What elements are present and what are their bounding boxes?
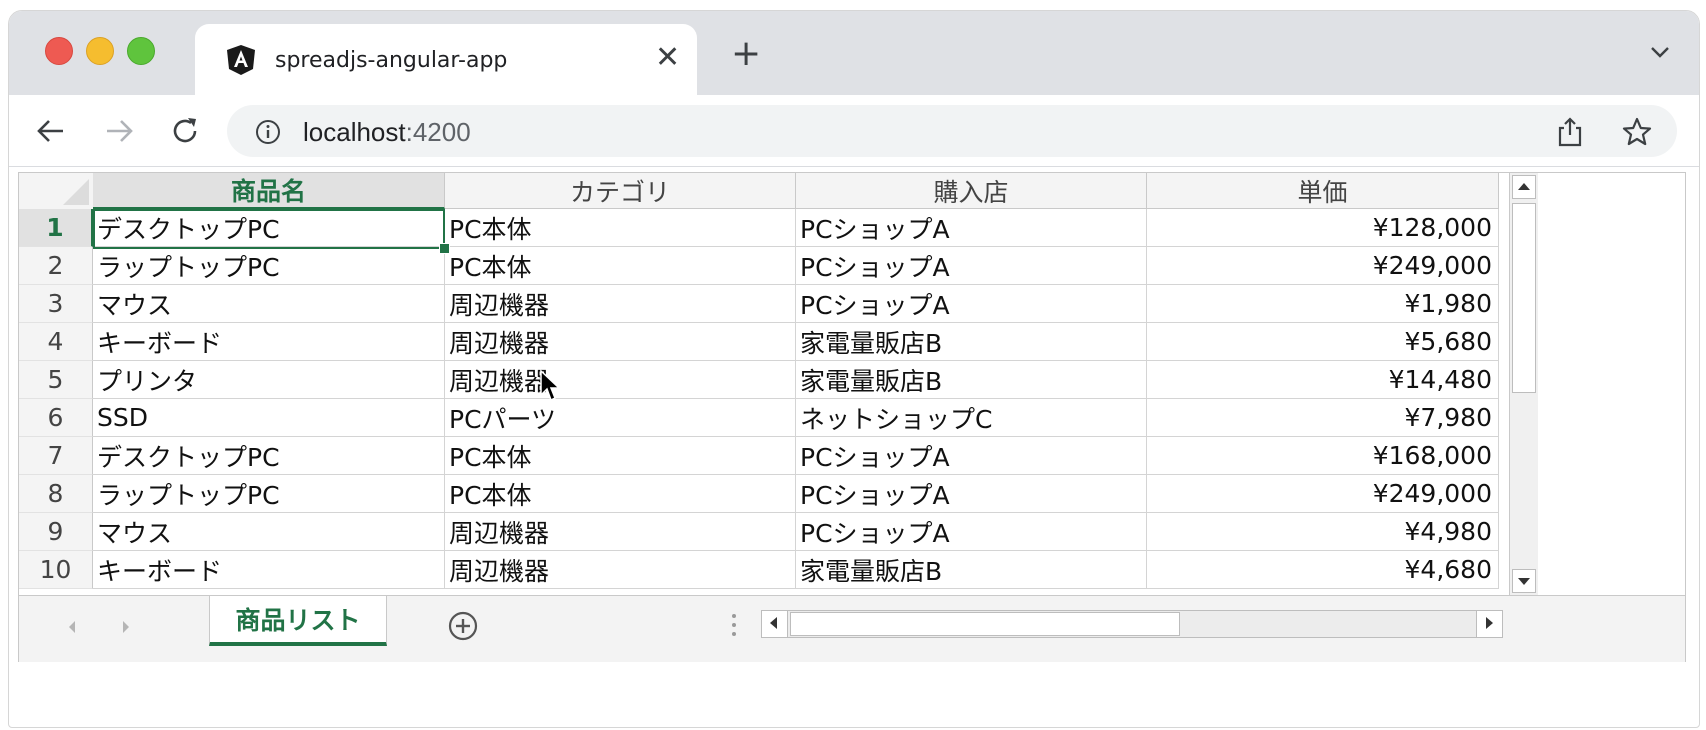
- new-tab-icon[interactable]: +: [731, 36, 761, 72]
- cell-category[interactable]: PC本体: [445, 475, 796, 513]
- row-header[interactable]: 1: [19, 209, 93, 247]
- cell-price[interactable]: ¥4,980: [1147, 513, 1499, 551]
- cell-category[interactable]: PC本体: [445, 437, 796, 475]
- mouse-pointer-icon: [540, 369, 561, 402]
- cell-store[interactable]: PCショップA: [796, 475, 1147, 513]
- reload-icon[interactable]: [169, 115, 201, 147]
- cell-price[interactable]: ¥1,980: [1147, 285, 1499, 323]
- share-icon[interactable]: [1555, 116, 1585, 148]
- cell-store[interactable]: PCショップA: [796, 209, 1147, 247]
- cell-name[interactable]: キーボード: [93, 323, 445, 361]
- cell-store[interactable]: 家電量販店B: [796, 361, 1147, 399]
- url-host: localhost: [303, 117, 406, 147]
- cell-category[interactable]: PC本体: [445, 209, 796, 247]
- corner-triangle: [63, 179, 89, 205]
- browser-titlebar: spreadjs-angular-app ✕ +: [9, 11, 1699, 95]
- row-header[interactable]: 4: [19, 323, 93, 361]
- forward-arrow-icon[interactable]: [103, 115, 135, 147]
- spreadsheet: 商品名 カテゴリ 購入店 単価 1 デスクトップPC PC本体 PCショップA ¥128,000…: [18, 172, 1686, 662]
- vertical-scrollbar[interactable]: [1509, 173, 1538, 595]
- cell-store[interactable]: PCショップA: [796, 247, 1147, 285]
- cell-category[interactable]: 周辺機器: [445, 551, 796, 589]
- column-header-col-name[interactable]: 商品名: [93, 173, 445, 209]
- cell-price[interactable]: ¥249,000: [1147, 247, 1499, 285]
- cell-category[interactable]: 周辺機器: [445, 361, 796, 399]
- row-header[interactable]: 8: [19, 475, 93, 513]
- cell-name[interactable]: ラップトップPC: [93, 247, 445, 285]
- cell-price[interactable]: ¥4,680: [1147, 551, 1499, 589]
- url-port: :4200: [405, 117, 471, 147]
- fill-handle[interactable]: [439, 243, 450, 254]
- row-header[interactable]: 2: [19, 247, 93, 285]
- back-arrow-icon[interactable]: [35, 115, 67, 147]
- row-header[interactable]: 5: [19, 361, 93, 399]
- cell-price[interactable]: ¥7,980: [1147, 399, 1499, 437]
- cell-store[interactable]: PCショップA: [796, 285, 1147, 323]
- url-text: localhost:4200: [303, 117, 471, 148]
- cell-price[interactable]: ¥128,000: [1147, 209, 1499, 247]
- spreadsheet-grid: 商品名 カテゴリ 購入店 単価 1 デスクトップPC PC本体 PCショップA ¥128,000…: [19, 173, 1505, 591]
- row-header[interactable]: 6: [19, 399, 93, 437]
- triangle-left-icon: [770, 617, 777, 629]
- close-window-button[interactable]: [45, 37, 73, 65]
- scroll-down-button[interactable]: [1512, 569, 1536, 593]
- cell-name[interactable]: デスクトップPC: [93, 437, 445, 475]
- cell-category[interactable]: PC本体: [445, 247, 796, 285]
- cell-store[interactable]: 家電量販店B: [796, 551, 1147, 589]
- scroll-right-button[interactable]: [1476, 611, 1502, 637]
- row-header[interactable]: 7: [19, 437, 93, 475]
- row-header[interactable]: 10: [19, 551, 93, 589]
- close-tab-icon[interactable]: ✕: [655, 42, 680, 74]
- vertical-scroll-thumb[interactable]: [1512, 203, 1536, 393]
- tab-title: spreadjs-angular-app: [275, 48, 508, 73]
- cell-category[interactable]: 周辺機器: [445, 285, 796, 323]
- address-bar[interactable]: localhost:4200: [227, 105, 1677, 157]
- cell-store[interactable]: PCショップA: [796, 513, 1147, 551]
- row-header[interactable]: 9: [19, 513, 93, 551]
- cell-price[interactable]: ¥249,000: [1147, 475, 1499, 513]
- select-all-corner[interactable]: [19, 173, 94, 210]
- scroll-left-button[interactable]: [762, 611, 788, 637]
- cell-store[interactable]: PCショップA: [796, 437, 1147, 475]
- cell-price[interactable]: ¥14,480: [1147, 361, 1499, 399]
- minimize-window-button[interactable]: [86, 37, 114, 65]
- cell-category[interactable]: PCパーツ: [445, 399, 796, 437]
- browser-toolbar: localhost:4200: [9, 95, 1699, 167]
- angular-icon: [227, 45, 255, 75]
- scroll-up-button[interactable]: [1512, 175, 1536, 199]
- prev-sheet-icon[interactable]: [65, 618, 79, 636]
- cell-store[interactable]: ネットショップC: [796, 399, 1147, 437]
- info-icon[interactable]: [255, 119, 281, 145]
- maximize-window-button[interactable]: [127, 37, 155, 65]
- sheet-tab-active[interactable]: 商品リスト: [209, 596, 387, 646]
- star-icon[interactable]: [1621, 116, 1653, 148]
- cell-name[interactable]: マウス: [93, 513, 445, 551]
- cell-name[interactable]: SSD: [93, 399, 445, 437]
- sheet-tab-strip: 商品リスト: [19, 595, 1685, 662]
- triangle-up-icon: [1518, 183, 1530, 190]
- cell-name[interactable]: ラップトップPC: [93, 475, 445, 513]
- row-header[interactable]: 3: [19, 285, 93, 323]
- triangle-down-icon: [1518, 578, 1530, 585]
- add-sheet-icon[interactable]: [447, 610, 479, 642]
- cell-name[interactable]: キーボード: [93, 551, 445, 589]
- triangle-right-icon: [1486, 617, 1493, 629]
- horizontal-scroll-thumb[interactable]: [790, 612, 1180, 636]
- next-sheet-icon[interactable]: [119, 618, 133, 636]
- cell-name[interactable]: デスクトップPC: [93, 209, 445, 247]
- column-header-col-category[interactable]: カテゴリ: [445, 173, 796, 209]
- splitter-handle-icon[interactable]: [731, 612, 737, 638]
- cell-price[interactable]: ¥168,000: [1147, 437, 1499, 475]
- column-header-col-store[interactable]: 購入店: [796, 173, 1147, 209]
- cell-name[interactable]: マウス: [93, 285, 445, 323]
- cell-price[interactable]: ¥5,680: [1147, 323, 1499, 361]
- cell-category[interactable]: 周辺機器: [445, 513, 796, 551]
- cell-category[interactable]: 周辺機器: [445, 323, 796, 361]
- browser-tab[interactable]: spreadjs-angular-app ✕: [195, 24, 697, 95]
- column-header-col-price[interactable]: 単価: [1147, 173, 1499, 209]
- chevron-down-icon[interactable]: [1649, 41, 1671, 63]
- cell-store[interactable]: 家電量販店B: [796, 323, 1147, 361]
- cell-name[interactable]: プリンタ: [93, 361, 445, 399]
- horizontal-scrollbar[interactable]: [761, 610, 1503, 638]
